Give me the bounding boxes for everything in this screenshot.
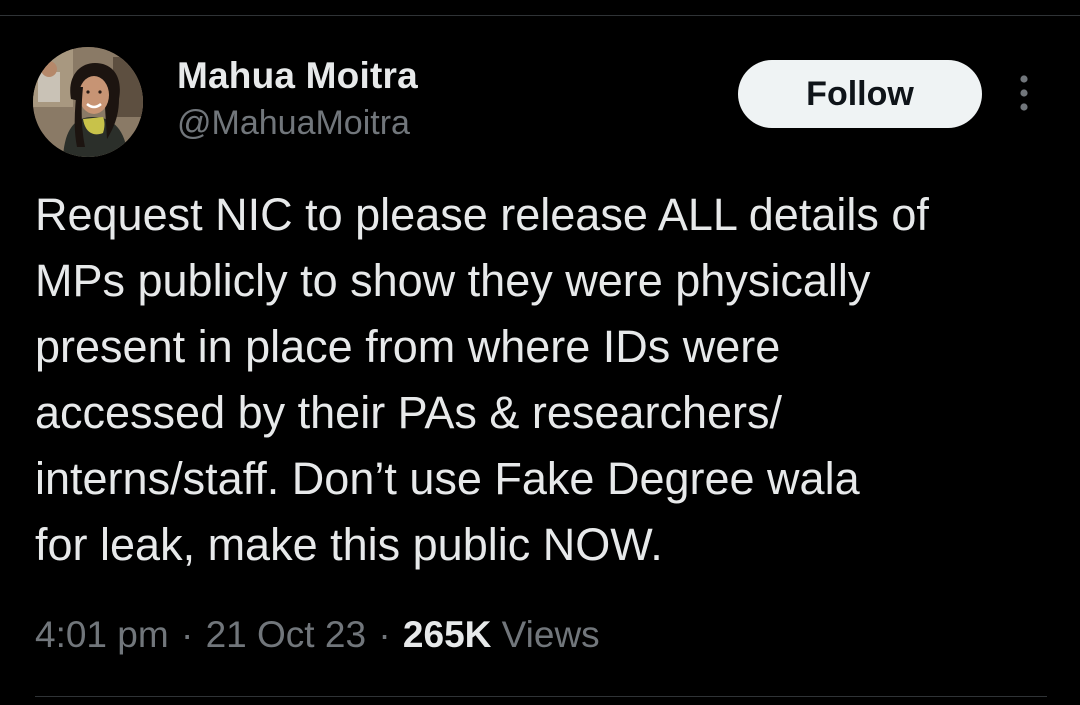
meta-separator: · bbox=[180, 614, 194, 655]
avatar[interactable] bbox=[33, 47, 143, 157]
views-count[interactable]: 265K bbox=[403, 614, 491, 655]
tweet-text: Request NIC to please release ALL detail… bbox=[35, 189, 929, 570]
bottom-divider bbox=[35, 696, 1047, 697]
user-handle[interactable]: @MahuaMoitra bbox=[177, 104, 410, 143]
more-vertical-icon[interactable] bbox=[1008, 70, 1040, 116]
display-name[interactable]: Mahua Moitra bbox=[177, 55, 418, 97]
tweet-time[interactable]: 4:01 pm bbox=[35, 614, 169, 655]
views-label[interactable]: Views bbox=[502, 614, 600, 655]
tweet-meta: 4:01 pm · 21 Oct 23 · 265K Views bbox=[35, 614, 600, 656]
top-divider bbox=[0, 15, 1080, 16]
follow-button[interactable]: Follow bbox=[738, 60, 982, 128]
profile-photo-icon bbox=[33, 47, 143, 157]
meta-separator: · bbox=[378, 614, 391, 655]
tweet-date[interactable]: 21 Oct 23 bbox=[206, 614, 366, 655]
